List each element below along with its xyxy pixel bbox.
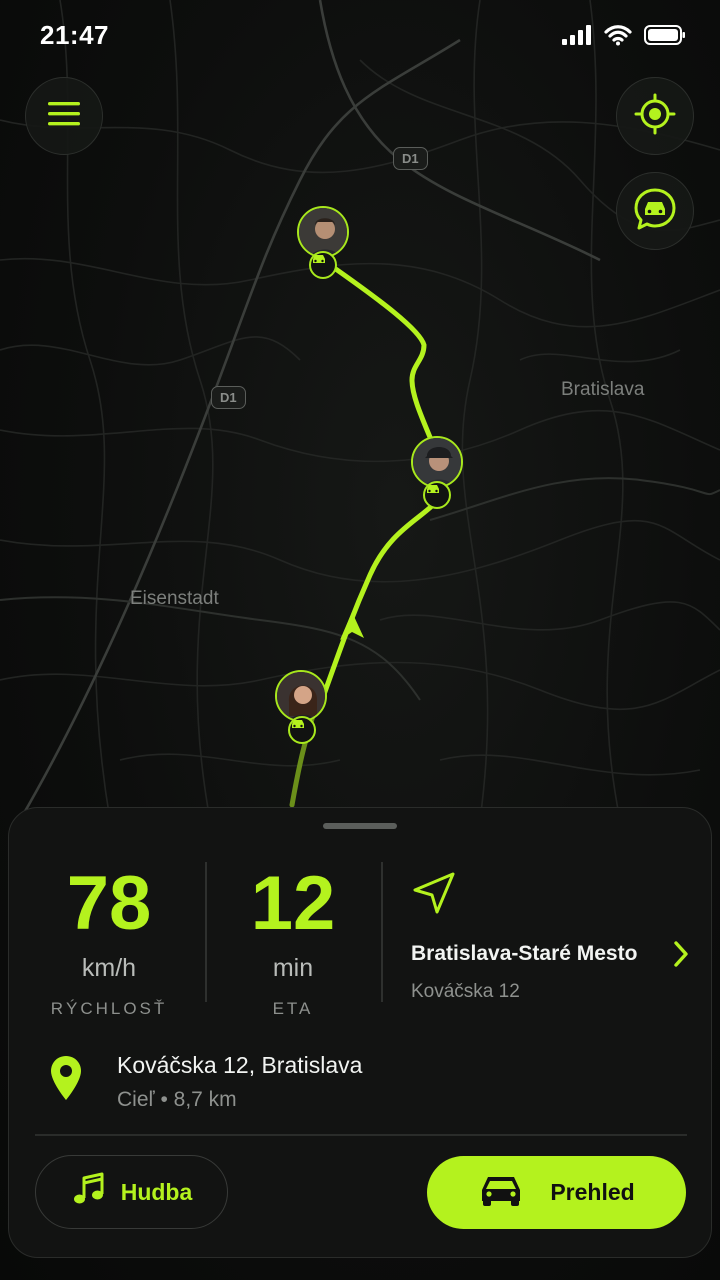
divider (381, 862, 383, 1002)
navigation-arrow-icon (411, 870, 457, 921)
chevron-right-icon[interactable] (673, 940, 689, 973)
music-note-icon (71, 1172, 107, 1213)
ride-chat-button[interactable] (616, 172, 694, 250)
menu-button[interactable] (25, 77, 103, 155)
car-badge-icon (309, 251, 337, 279)
road-shield-d1: D1 (211, 386, 246, 409)
location-pin-icon (49, 1054, 83, 1107)
road-shield-d1: D1 (393, 147, 428, 170)
eta-label: ETA (272, 999, 314, 1018)
map-label-bratislava: Bratislava (561, 379, 645, 400)
eta-stat: 12 min ETA (235, 866, 351, 1019)
speed-label: RÝCHLOSŤ (50, 999, 168, 1018)
eta-unit: min (272, 954, 314, 982)
trip-panel: 78 km/h RÝCHLOSŤ 12 min ETA Bratislava-S… (8, 807, 712, 1258)
driver-avatar[interactable] (275, 670, 327, 722)
map-label-eisenstadt: Eisenstadt (130, 588, 219, 609)
menu-icon (48, 101, 80, 132)
locate-button[interactable] (616, 77, 694, 155)
wifi-icon (604, 24, 632, 51)
battery-icon (644, 25, 686, 50)
navigation-info[interactable]: Bratislava-Staré Mesto Kováčska 12 (411, 868, 701, 1018)
map-roads (0, 0, 720, 820)
speed-unit: km/h (81, 954, 137, 982)
navigation-subtitle: Kováčska 12 (411, 981, 520, 1002)
destination-subtitle: Cieľ • 8,7 km (117, 1088, 237, 1111)
navigation-title: Bratislava-Staré Mesto (411, 942, 638, 965)
divider (35, 1134, 687, 1136)
destination-title: Kováčska 12, Bratislava (117, 1052, 363, 1078)
status-icons (562, 24, 686, 51)
crosshair-icon (634, 93, 676, 140)
speed-stat: 78 km/h RÝCHLOSŤ (49, 866, 169, 1019)
overview-button-label: Prehled (550, 1179, 635, 1205)
car-badge-icon (423, 481, 451, 509)
car-badge-icon (288, 716, 316, 744)
music-button[interactable]: Hudba (35, 1155, 228, 1229)
status-time: 21:47 (40, 20, 109, 50)
car-chat-icon (633, 187, 677, 236)
overview-button[interactable]: Prehled (427, 1156, 686, 1229)
music-button-label: Hudba (120, 1178, 193, 1205)
signal-icon (562, 25, 592, 50)
divider (205, 862, 207, 1002)
destination-info: Kováčska 12, Bratislava Cieľ • 8,7 km (45, 1048, 685, 1128)
grab-handle[interactable] (323, 823, 397, 829)
speed-value: 78 (66, 861, 152, 946)
status-bar: 21:47 (0, 0, 720, 72)
car-icon (478, 1173, 524, 1212)
eta-value: 12 (250, 861, 336, 946)
direction-arrow (340, 612, 364, 640)
